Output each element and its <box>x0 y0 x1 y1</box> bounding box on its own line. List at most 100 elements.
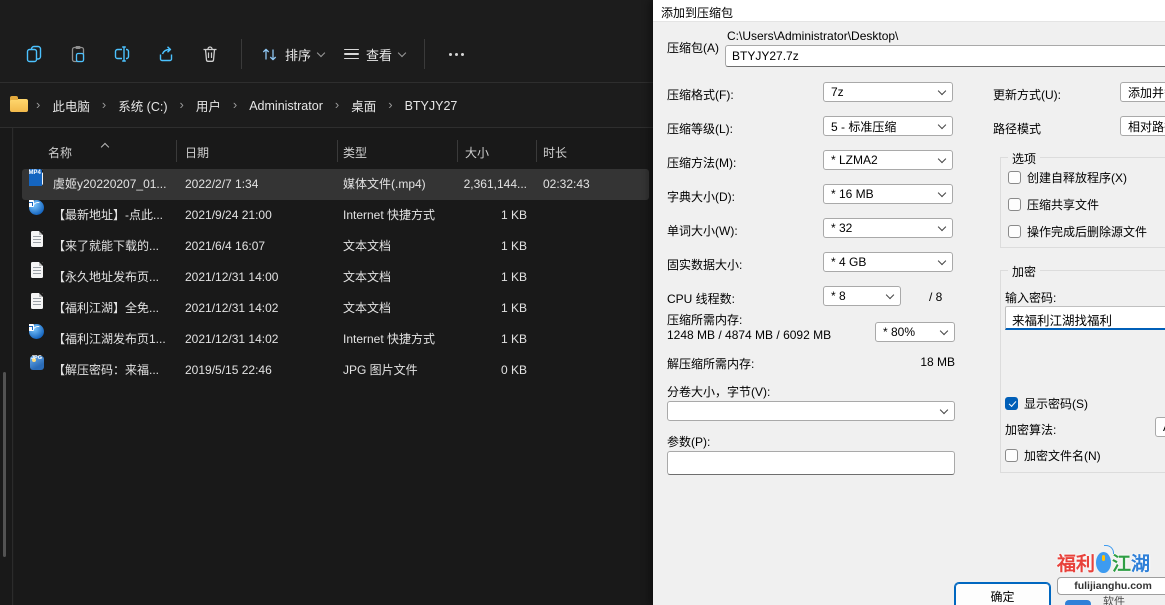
path-mode-select[interactable]: 相对路径 <box>1120 116 1165 136</box>
file-name: 虞姬y20220207_01... <box>53 169 166 200</box>
encrypt-filenames-checkbox[interactable]: 加密文件名(N) <box>1005 447 1101 464</box>
column-header-date[interactable]: 日期 <box>185 144 209 161</box>
chevron-down-icon <box>317 48 325 56</box>
checkbox[interactable] <box>1005 449 1018 462</box>
copy-button[interactable] <box>12 34 56 74</box>
file-name: 【最新地址】-点此... <box>53 200 163 231</box>
level-select[interactable]: 5 - 标准压缩 <box>823 116 953 136</box>
cpu-threads-max: / 8 <box>929 290 942 304</box>
column-header-type[interactable]: 类型 <box>343 144 367 161</box>
breadcrumb-current-folder[interactable]: BTYJY27 <box>401 96 462 116</box>
explorer-command-bar: 排序 查看 <box>0 28 653 80</box>
column-divider[interactable] <box>536 140 537 162</box>
file-date: 2021/12/31 14:02 <box>185 324 278 355</box>
view-button[interactable]: 查看 <box>334 34 415 74</box>
word-size-select[interactable]: * 32 <box>823 218 953 238</box>
solid-block-select[interactable]: * 4 GB <box>823 252 953 272</box>
dictionary-select[interactable]: * 16 MB <box>823 184 953 204</box>
sort-arrows-icon <box>261 46 278 63</box>
file-name: 【解压密码：来福... <box>53 355 159 386</box>
delete-button[interactable] <box>188 34 232 74</box>
format-select[interactable]: 7z <box>823 82 953 102</box>
breadcrumb-users[interactable]: 用户 <box>192 93 225 118</box>
dictionary-label: 字典大小(D): <box>667 188 735 205</box>
watermark-text: 福 利 江 湖 <box>1057 549 1165 576</box>
table-row[interactable]: 【最新地址】-点此... 2021/9/24 21:00 Internet 快捷… <box>22 200 649 231</box>
paste-icon <box>68 44 88 64</box>
file-date: 2021/9/24 21:00 <box>185 200 272 231</box>
file-date: 2021/12/31 14:02 <box>185 293 278 324</box>
table-row[interactable]: MP4 虞姬y20220207_01... 2022/2/7 1:34 媒体文件… <box>22 169 649 200</box>
sort-button[interactable]: 排序 <box>251 34 334 74</box>
breadcrumb-administrator[interactable]: Administrator <box>245 96 327 116</box>
method-label: 压缩方法(M): <box>667 154 736 171</box>
memory-percent-select[interactable]: * 80% <box>875 322 955 342</box>
toolbar-divider <box>241 39 242 69</box>
memory-compress-value: 1248 MB / 4874 MB / 6092 MB <box>667 328 831 342</box>
table-row[interactable]: 【福利江湖】全免... 2021/12/31 14:02 文本文档 1 KB <box>22 293 649 324</box>
breadcrumb-this-pc[interactable]: 此电脑 <box>48 93 94 118</box>
folder-icon[interactable] <box>10 99 28 112</box>
column-headers: 名称 日期 类型 大小 时长 <box>14 128 653 168</box>
share-button[interactable] <box>144 34 188 74</box>
sort-label: 排序 <box>285 45 311 64</box>
chevron-down-icon <box>938 120 946 128</box>
archive-label: 压缩包(A) <box>667 39 719 56</box>
checkbox[interactable] <box>1008 171 1021 184</box>
scrollbar-thumb[interactable] <box>3 372 6 557</box>
rename-button[interactable] <box>100 34 144 74</box>
trash-icon <box>200 44 220 64</box>
file-name: 【福利江湖】全免... <box>53 293 159 324</box>
parameters-label: 参数(P): <box>667 433 710 450</box>
paste-button[interactable] <box>56 34 100 74</box>
encryption-method-select[interactable]: AES-256 <box>1155 417 1165 437</box>
file-size: 1 KB <box>412 200 527 231</box>
ok-button[interactable]: 确定 <box>954 582 1051 605</box>
chevron-down-icon <box>938 188 946 196</box>
watermark-extra-text: 软件 <box>1103 593 1125 605</box>
chevron-right-icon: › <box>102 97 106 112</box>
file-size: 2,361,144... <box>412 169 527 200</box>
checkbox[interactable] <box>1008 198 1021 211</box>
table-row[interactable]: 【来了就能下载的... 2021/6/4 16:07 文本文档 1 KB <box>22 231 649 262</box>
volume-size-select[interactable] <box>667 401 955 421</box>
chevron-down-icon <box>938 86 946 94</box>
table-row[interactable]: JPG 【解压密码：来福... 2019/5/15 22:46 JPG 图片文件… <box>22 355 649 386</box>
watermark-logo: 福 利 江 湖 fulijianghu.com 软件 <box>1057 549 1165 595</box>
more-options-button[interactable] <box>434 34 478 74</box>
delete-after-compress-checkbox[interactable]: 操作完成后删除源文件 <box>1008 223 1147 240</box>
parameters-input[interactable] <box>667 451 955 475</box>
memory-decompress-label: 解压缩所需内存: <box>667 355 754 372</box>
level-label: 压缩等级(L): <box>667 120 733 137</box>
breadcrumb-desktop[interactable]: 桌面 <box>347 93 380 118</box>
chevron-right-icon: › <box>233 97 237 112</box>
breadcrumb-drive-c[interactable]: 系统 (C:) <box>114 93 171 118</box>
update-mode-select[interactable]: 添加并替换 <box>1120 82 1165 102</box>
method-select[interactable]: * LZMA2 <box>823 150 953 170</box>
compress-shared-checkbox[interactable]: 压缩共享文件 <box>1008 196 1099 213</box>
sort-ascending-icon <box>101 143 109 151</box>
column-divider[interactable] <box>457 140 458 162</box>
cpu-threads-select[interactable]: * 8 <box>823 286 901 306</box>
password-input[interactable]: 来福利江湖找福利 <box>1005 306 1165 330</box>
file-type: 文本文档 <box>343 293 391 324</box>
table-row[interactable]: 【福利江湖发布页1... 2021/12/31 14:02 Internet 快… <box>22 324 649 355</box>
column-divider[interactable] <box>176 140 177 162</box>
create-sfx-checkbox[interactable]: 创建自释放程序(X) <box>1008 169 1127 186</box>
checkbox[interactable] <box>1008 225 1021 238</box>
chevron-right-icon: › <box>180 97 184 112</box>
file-type: 文本文档 <box>343 231 391 262</box>
text-file-icon <box>29 262 46 279</box>
column-header-length[interactable]: 时长 <box>543 144 567 161</box>
checkbox-checked[interactable] <box>1005 397 1018 410</box>
table-row[interactable]: 【永久地址发布页... 2021/12/31 14:00 文本文档 1 KB <box>22 262 649 293</box>
password-label: 输入密码: <box>1005 289 1056 306</box>
column-header-size[interactable]: 大小 <box>465 144 489 161</box>
chevron-down-icon <box>938 154 946 162</box>
archive-name-input[interactable] <box>725 45 1165 67</box>
copy-icon <box>24 44 44 64</box>
show-password-checkbox[interactable]: 显示密码(S) <box>1005 395 1088 412</box>
column-divider[interactable] <box>337 140 338 162</box>
text-file-icon <box>29 293 46 310</box>
column-header-name[interactable]: 名称 <box>48 144 72 161</box>
